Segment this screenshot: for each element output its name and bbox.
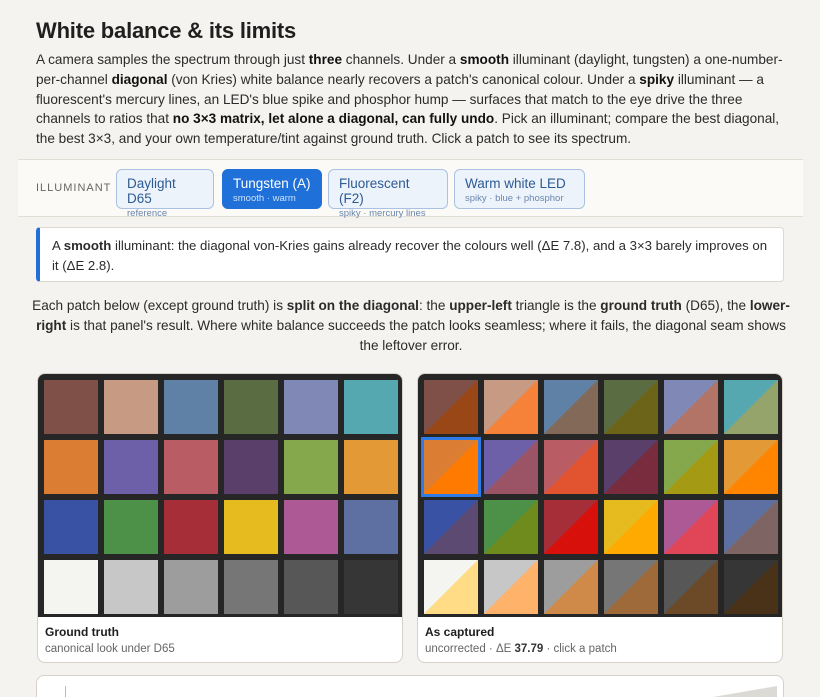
ground-truth-patch — [344, 380, 398, 434]
illuminant-label: ILLUMINANT — [36, 182, 112, 194]
ground-truth-patch — [284, 500, 338, 554]
captured-patch[interactable] — [424, 380, 478, 434]
captured-patch[interactable] — [484, 440, 538, 494]
captured-subtitle: uncorrected · ΔE 37.79 · click a patch — [425, 643, 617, 655]
captured-patch[interactable] — [424, 500, 478, 554]
spectrum-axis — [65, 686, 66, 697]
captured-patch[interactable] — [604, 560, 658, 614]
ground-truth-patch — [224, 560, 278, 614]
captured-patch[interactable] — [544, 500, 598, 554]
illuminant-fluorescent-button[interactable]: Fluorescent (F2) spiky · mercury lines — [328, 169, 448, 219]
ground-truth-patch — [104, 560, 158, 614]
split-explanation: Each patch below (except ground truth) i… — [32, 298, 790, 353]
ground-truth-patch — [104, 500, 158, 554]
ground-truth-patch — [224, 380, 278, 434]
ground-truth-patch — [284, 440, 338, 494]
illuminant-note: A smooth illuminant: the diagonal von-Kr… — [36, 227, 784, 282]
captured-patch[interactable] — [421, 437, 481, 497]
captured-patch[interactable] — [484, 560, 538, 614]
captured-patch[interactable] — [724, 380, 778, 434]
captured-patch[interactable] — [544, 560, 598, 614]
illuminant-daylight-button[interactable]: Daylight D65 reference — [116, 169, 214, 219]
ground-truth-patch — [104, 440, 158, 494]
captured-chart — [418, 374, 782, 617]
captured-patch[interactable] — [424, 560, 478, 614]
ground-truth-subtitle: canonical look under D65 — [45, 643, 175, 655]
captured-patch[interactable] — [664, 440, 718, 494]
captured-patch[interactable] — [484, 500, 538, 554]
ground-truth-caption: Ground truth canonical look under D65 — [45, 624, 175, 658]
captured-patch[interactable] — [484, 380, 538, 434]
captured-patch[interactable] — [724, 560, 778, 614]
captured-patch[interactable] — [664, 380, 718, 434]
ground-truth-patch — [104, 380, 158, 434]
captured-patch[interactable] — [544, 380, 598, 434]
ground-truth-patch — [344, 560, 398, 614]
ground-truth-patch — [284, 380, 338, 434]
captured-patch[interactable] — [604, 500, 658, 554]
captured-title: As captured — [425, 625, 495, 639]
ground-truth-patch — [164, 500, 218, 554]
illuminant-tungsten-button[interactable]: Tungsten (A) smooth · warm — [222, 169, 322, 209]
ground-truth-patch — [224, 500, 278, 554]
captured-panel: As captured uncorrected · ΔE 37.79 · cli… — [417, 373, 783, 663]
ground-truth-chart — [38, 374, 402, 617]
ground-truth-patch — [284, 560, 338, 614]
ground-truth-patch — [44, 380, 98, 434]
captured-patch[interactable] — [664, 500, 718, 554]
captured-patch[interactable] — [724, 440, 778, 494]
captured-patch[interactable] — [544, 440, 598, 494]
spectrum-curve — [712, 686, 777, 697]
captured-patch[interactable] — [724, 500, 778, 554]
ground-truth-patch — [164, 560, 218, 614]
ground-truth-patch — [44, 560, 98, 614]
illuminant-led-button[interactable]: Warm white LED spiky · blue + phosphor — [454, 169, 585, 209]
captured-patch[interactable] — [664, 560, 718, 614]
ground-truth-title: Ground truth — [45, 625, 119, 639]
page-title: White balance & its limits — [36, 18, 297, 43]
intro-paragraph: A camera samples the spectrum through ju… — [36, 52, 783, 147]
ground-truth-panel: Ground truth canonical look under D65 — [37, 373, 403, 663]
captured-patch[interactable] — [604, 440, 658, 494]
illuminant-toolbar: ILLUMINANT Daylight D65 reference Tungst… — [18, 159, 803, 219]
ground-truth-patch — [164, 380, 218, 434]
ground-truth-patch — [224, 440, 278, 494]
ground-truth-patch — [344, 500, 398, 554]
captured-delta-e: 37.79 — [514, 643, 544, 655]
ground-truth-patch — [164, 440, 218, 494]
captured-caption: As captured uncorrected · ΔE 37.79 · cli… — [425, 624, 617, 658]
ground-truth-patch — [344, 440, 398, 494]
captured-patch[interactable] — [604, 380, 658, 434]
ground-truth-patch — [44, 440, 98, 494]
spectrum-card — [36, 675, 784, 697]
ground-truth-patch — [44, 500, 98, 554]
